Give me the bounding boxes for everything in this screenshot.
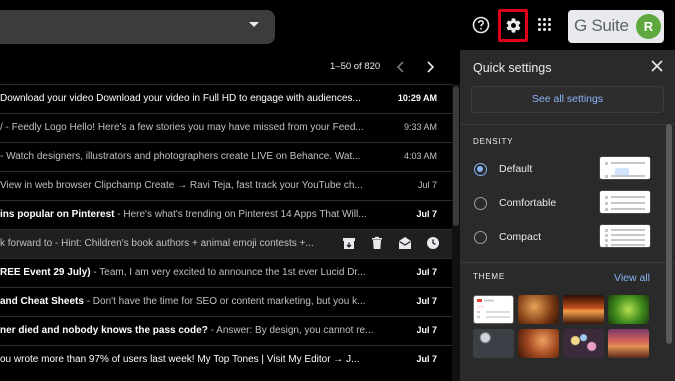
email-row[interactable]: and Cheat Sheets - Don't have the time f… [0,287,452,316]
email-row[interactable]: ou wrote more than 97% of users last wee… [0,345,452,374]
email-date: 9:33 AM [403,122,437,132]
email-preview: - Team, I am very excited to announce th… [90,267,366,278]
email-preview: - Here's what's trending on Pinterest 14… [114,209,367,220]
email-preview: - Answer: By design, you cannot re... [207,325,374,336]
email-row[interactable]: Download your video Download your video … [0,84,452,113]
help-circle-icon[interactable] [472,16,490,34]
quick-settings-panel: Quick settings See all settings DENSITY … [460,50,675,381]
email-date: Jul 7 [416,209,437,219]
search-bar[interactable] [0,10,275,44]
pebbles-theme-thumbnail[interactable] [473,329,514,358]
account-switcher[interactable]: G Suite R [568,10,664,43]
gear-icon [506,18,520,33]
density-default-thumbnail [599,156,651,180]
email-snippet: ner died and nobody knows the pass code?… [0,325,385,336]
email-date: 10:29 AM [397,93,437,103]
density-heading: DENSITY [473,137,514,146]
top-bar: G Suite R [0,0,675,50]
divider [460,124,675,125]
email-preview: - Watch designers, illustrators and phot… [0,151,361,162]
row-hover-actions [342,236,440,250]
delete-icon[interactable] [370,236,384,250]
pagination-range: 1–50 of 820 [330,61,381,72]
snooze-icon[interactable] [426,236,440,250]
email-snippet: / - Feedly Logo Hello! Here's a few stor… [0,122,385,133]
settings-button[interactable] [498,9,528,42]
gsuite-logo: G Suite [574,16,629,35]
email-preview: - Don't have the time for SEO or content… [83,296,366,307]
email-row[interactable]: View in web browser Clipchamp Create → R… [0,171,452,200]
email-date: 4:03 AM [403,151,437,161]
email-row[interactable]: k forward to - Hint: Children's book aut… [0,229,452,258]
email-snippet: k forward to - Hint: Children's book aut… [0,238,385,249]
email-snippet: ou wrote more than 97% of users last wee… [0,354,385,365]
email-list: Download your video Download your video … [0,84,452,381]
email-preview: ou wrote more than 97% of users last wee… [0,354,360,365]
sunset-theme-thumbnail[interactable] [563,295,604,324]
email-subject: ins popular on Pinterest [0,209,115,220]
quick-settings-title: Quick settings [473,61,552,75]
density-comfortable-label[interactable]: Comfortable [499,197,556,209]
quick-settings-scrollbar[interactable] [666,124,672,344]
email-subject: and Cheat Sheets [0,296,84,307]
divider [460,262,675,263]
email-date: Jul 7 [416,296,437,306]
density-compact-radio[interactable] [474,231,487,244]
email-row[interactable]: REE Event 29 July) - Team, I am very exc… [0,258,452,287]
email-snippet: - Watch designers, illustrators and phot… [0,151,385,162]
email-subject: REE Event 29 July) [0,267,91,278]
email-date: Jul 7 [416,354,437,364]
view-all-themes-link[interactable]: View all [614,272,650,284]
email-subject: ner died and nobody knows the pass code? [0,325,208,336]
email-row[interactable]: ner died and nobody knows the pass code?… [0,316,452,345]
density-default-label[interactable]: Default [499,163,532,175]
email-preview: k forward to - Hint: Children's book aut… [0,238,314,249]
leaf-theme-thumbnail[interactable] [608,295,649,324]
bokeh-theme-thumbnail[interactable] [563,329,604,358]
email-list-scrollbar-thumb[interactable] [453,86,459,226]
chevron-down-icon[interactable] [249,22,259,27]
default-theme-thumbnail[interactable] [473,295,514,324]
see-all-settings-button[interactable]: See all settings [471,86,664,113]
email-preview: / - Feedly Logo Hello! Here's a few stor… [0,122,364,133]
archive-icon[interactable] [342,236,356,250]
email-row[interactable]: / - Feedly Logo Hello! Here's a few stor… [0,113,452,142]
density-comfortable-thumbnail [599,190,651,214]
email-snippet: and Cheat Sheets - Don't have the time f… [0,296,385,307]
theme-heading: THEME [473,272,505,281]
email-snippet: Download your video Download your video … [0,93,385,104]
email-preview: Download your video Download your video … [0,93,361,104]
canyon-theme-thumbnail[interactable] [518,295,559,324]
chevron-right-icon[interactable] [425,61,435,73]
email-date: Jul 7 [417,180,437,190]
email-snippet: REE Event 29 July) - Team, I am very exc… [0,267,385,278]
email-preview: View in web browser Clipchamp Create → R… [0,180,363,191]
avatar[interactable]: R [636,14,661,39]
email-snippet: View in web browser Clipchamp Create → R… [0,180,385,191]
density-compact-label[interactable]: Compact [499,231,541,243]
mark-read-icon[interactable] [398,236,412,250]
desert-theme-thumbnail[interactable] [608,329,649,358]
density-compact-thumbnail [599,224,651,248]
chevron-left-icon[interactable] [396,61,406,73]
autumn-theme-thumbnail[interactable] [518,329,559,358]
density-comfortable-radio[interactable] [474,197,487,210]
email-snippet: ins popular on Pinterest - Here's what's… [0,209,385,220]
email-date: Jul 7 [416,267,437,277]
email-row[interactable]: - Watch designers, illustrators and phot… [0,142,452,171]
apps-grid-icon[interactable] [538,18,552,32]
pagination: 1–50 of 820 [0,50,460,84]
email-date: Jul 7 [416,325,437,335]
density-default-radio[interactable] [474,163,487,176]
email-row[interactable]: ins popular on Pinterest - Here's what's… [0,200,452,229]
close-icon[interactable] [650,59,664,73]
